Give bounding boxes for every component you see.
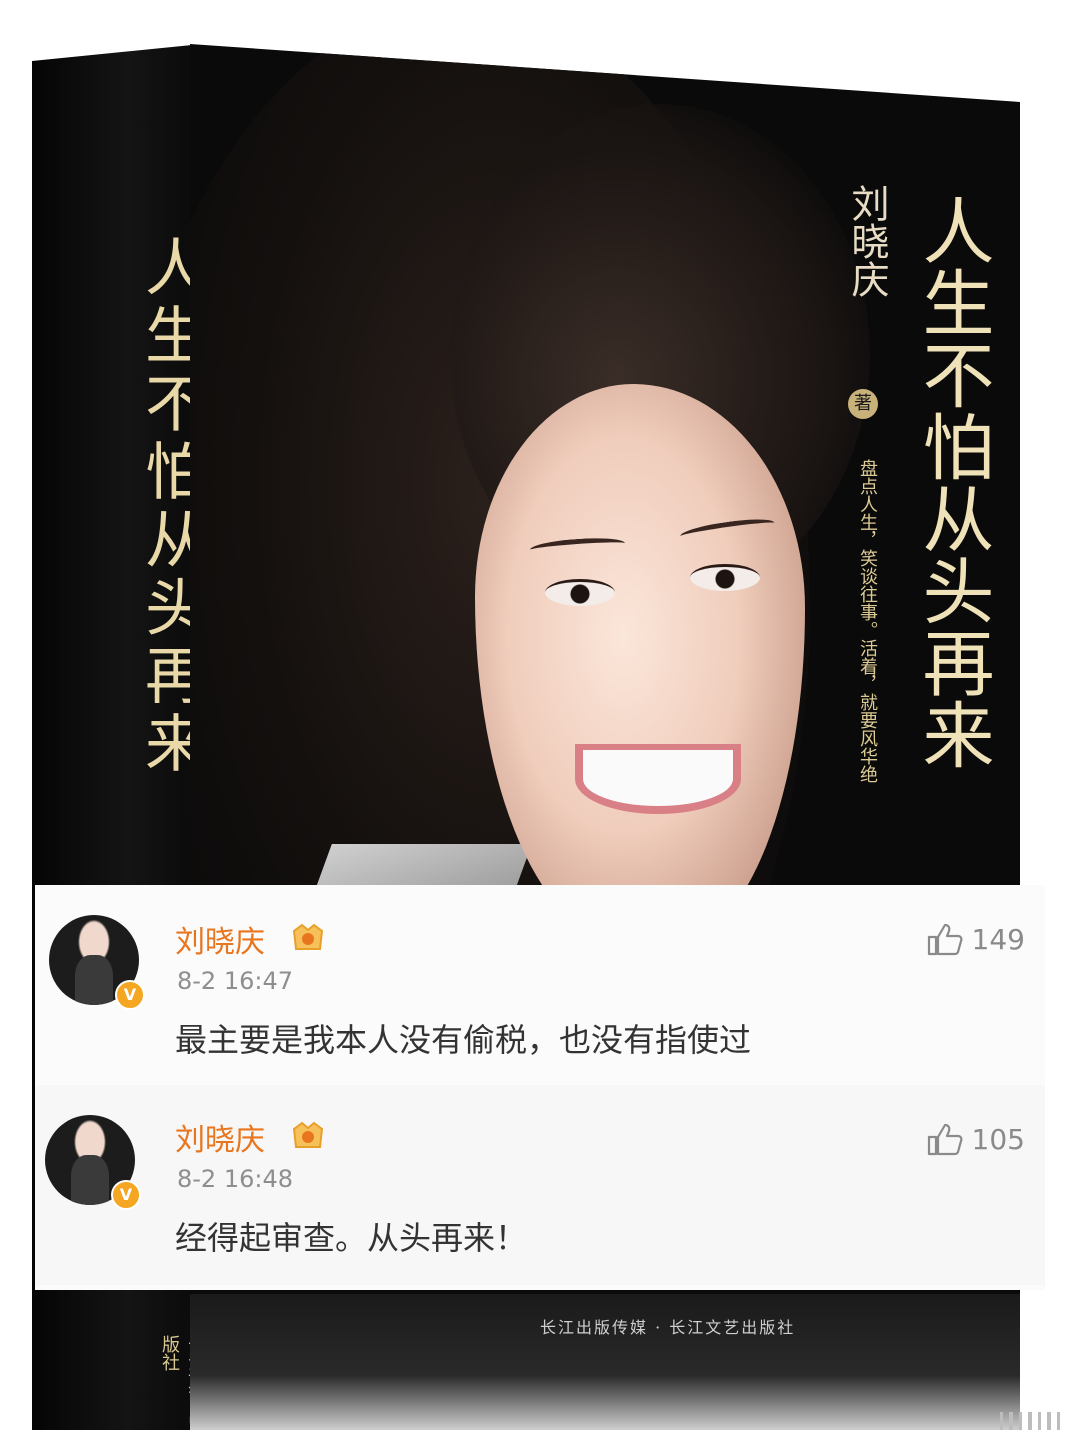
vip-badge-icon <box>292 923 324 950</box>
like-button[interactable]: 105 <box>926 1121 1025 1157</box>
comment-timestamp: 8-2 16:48 <box>177 1165 293 1193</box>
thumbs-up-icon <box>927 1123 963 1156</box>
comment-text: 最主要是我本人没有偷税，也没有指使过 <box>175 1021 752 1059</box>
like-count: 105 <box>971 1122 1025 1156</box>
cover-tagline: 盘点人生，笑谈往事。活着，就要风华绝 <box>857 459 878 783</box>
cover-title: 人生不怕从头再来 <box>910 194 994 770</box>
verified-icon: V <box>115 980 145 1010</box>
thumbs-up-icon <box>927 923 963 956</box>
comment-username[interactable]: 刘晓庆 <box>175 1115 265 1159</box>
cover-portrait-eye <box>690 564 760 591</box>
cover-portrait-smile <box>575 744 741 814</box>
verified-icon: V <box>111 1180 141 1210</box>
comment-timestamp: 8-2 16:47 <box>177 967 293 995</box>
comment-username[interactable]: 刘晓庆 <box>175 917 265 961</box>
cover-publisher: 长江出版传媒 · 长江文艺出版社 <box>540 1318 796 1337</box>
comment-list: V 刘晓庆 8-2 16:47 最主要是我本人没有偷税，也没有指使过 149 V… <box>35 885 1045 1290</box>
like-count: 149 <box>971 922 1025 956</box>
like-button[interactable]: 149 <box>926 921 1025 957</box>
cover-portrait-eye <box>545 579 615 606</box>
vip-badge-icon <box>292 1121 324 1148</box>
comment-item: V 刘晓庆 8-2 16:47 最主要是我本人没有偷税，也没有指使过 149 <box>35 885 1045 1085</box>
cover-author-mark: 著 <box>848 389 878 419</box>
cover-author-name: 刘晓庆 <box>845 184 889 298</box>
comment-item: V 刘晓庆 8-2 16:48 经得起审查。从头再来！ 105 <box>35 1085 1045 1285</box>
comment-text: 经得起审查。从头再来！ <box>175 1219 528 1257</box>
scroll-icon <box>1000 1410 1060 1432</box>
